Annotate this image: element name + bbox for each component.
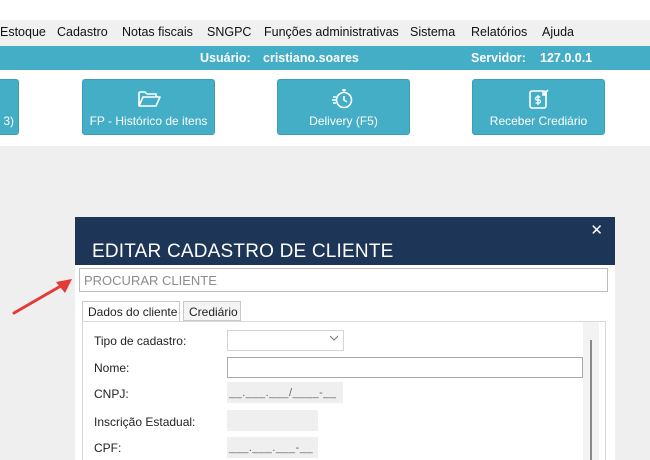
receive-payment-icon [528, 89, 549, 109]
receber-crediario-button[interactable]: Receber Crediário [472, 79, 605, 135]
tab-dados-do-cliente[interactable]: Dados do cliente [82, 301, 180, 322]
user-label: Usuário: [200, 51, 251, 65]
inscricao-estadual-label: Inscrição Estadual: [94, 415, 196, 429]
toolbar: 3) FP - Histórico de itens Delivery (F5)… [0, 70, 650, 146]
menu-funcoes-administrativas[interactable]: Funções administrativas [264, 25, 399, 39]
server-label: Servidor: [471, 51, 526, 65]
fp-historico-button[interactable]: FP - Histórico de itens [82, 79, 215, 135]
delivery-label: Delivery (F5) [309, 114, 378, 128]
menu-relatorios[interactable]: Relatórios [471, 25, 527, 39]
dialog-header: EDITAR CADASTRO DE CLIENTE ✕ [75, 217, 615, 265]
chevron-down-icon [330, 335, 338, 341]
scrollbar-thumb[interactable] [590, 340, 592, 460]
delivery-button[interactable]: Delivery (F5) [277, 79, 410, 135]
edit-client-dialog: EDITAR CADASTRO DE CLIENTE ✕ Dados do cl… [75, 217, 615, 460]
user-value: cristiano.soares [263, 51, 359, 65]
fp-historico-label: FP - Histórico de itens [89, 114, 208, 128]
menu-ajuda[interactable]: Ajuda [542, 25, 574, 39]
window-top-strip [0, 0, 650, 20]
nome-input[interactable] [227, 357, 583, 378]
cpf-label: CPF: [94, 441, 122, 455]
cnpj-input[interactable]: __.___.___/____-__ [227, 382, 343, 403]
delivery-clock-icon [331, 89, 352, 109]
folder-open-icon [137, 91, 161, 107]
menu-notas-fiscais[interactable]: Notas fiscais [122, 25, 193, 39]
receber-crediario-label: Receber Crediário [489, 114, 588, 128]
toolbar-button-partial-label: 3) [3, 114, 14, 128]
cnpj-label: CNPJ: [94, 387, 129, 401]
nome-label: Nome: [94, 361, 130, 375]
client-data-panel: Tipo de cadastro: Nome: CNPJ: __.___.___… [82, 321, 606, 460]
inscricao-estadual-input[interactable] [227, 410, 318, 431]
tipo-cadastro-select[interactable] [227, 330, 344, 351]
panel-scrollbar[interactable] [583, 322, 599, 460]
menu-sngpc[interactable]: SNGPC [207, 25, 251, 39]
tab-crediario[interactable]: Crediário [183, 301, 241, 321]
menu-cadastro[interactable]: Cadastro [57, 25, 108, 39]
close-icon[interactable]: ✕ [590, 221, 603, 239]
toolbar-button-partial[interactable]: 3) [0, 79, 19, 135]
menu-sistema[interactable]: Sistema [410, 25, 455, 39]
tipo-cadastro-label: Tipo de cadastro: [94, 334, 187, 348]
menu-estoque[interactable]: Estoque [0, 25, 46, 39]
server-value: 127.0.0.1 [540, 51, 593, 65]
menu-bar: Estoque Cadastro Notas fiscais SNGPC Fun… [0, 20, 650, 47]
annotation-arrow-icon [12, 279, 72, 315]
dialog-title: EDITAR CADASTRO DE CLIENTE [92, 241, 394, 262]
search-client-input[interactable] [79, 268, 608, 292]
cpf-input[interactable]: ___.___.___-__ [227, 437, 318, 458]
status-bar: Usuário: cristiano.soares Servidor: 127.… [0, 46, 650, 70]
